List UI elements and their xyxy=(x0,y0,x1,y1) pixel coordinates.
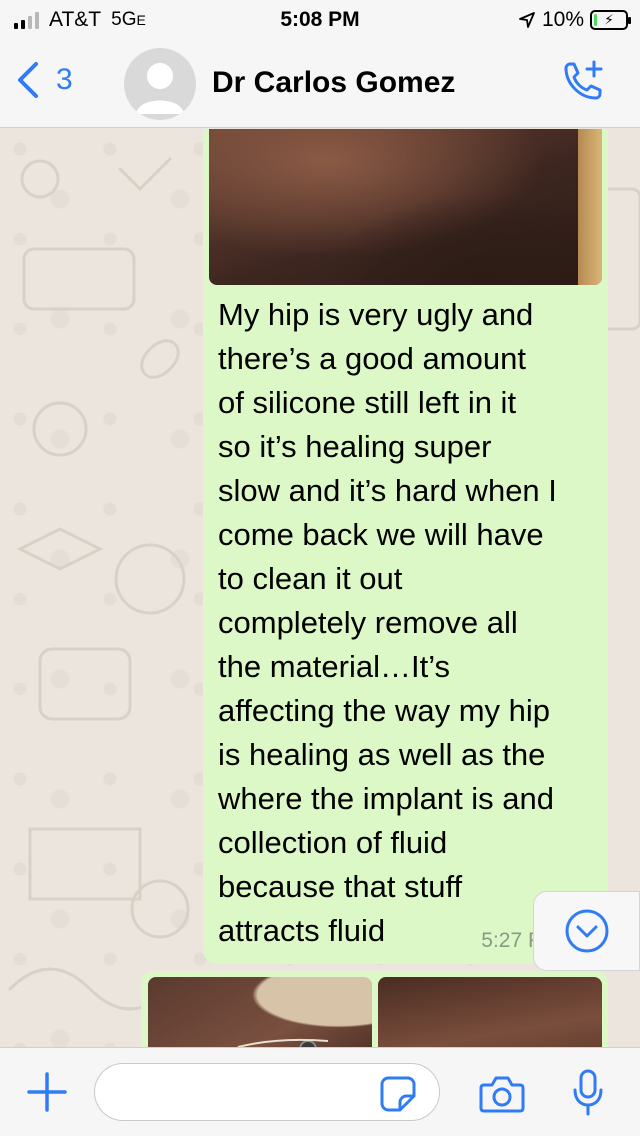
battery-percent: 10% xyxy=(541,8,584,31)
back-count-label: 3 xyxy=(56,63,73,96)
plus-icon xyxy=(27,1072,67,1112)
add-call-icon xyxy=(564,60,603,100)
back-button[interactable]: 3 xyxy=(14,60,73,100)
input-bar xyxy=(0,1047,640,1136)
attach-button[interactable] xyxy=(26,1071,68,1118)
avatar[interactable] xyxy=(124,48,196,120)
microphone-icon xyxy=(573,1069,603,1116)
microphone-button[interactable] xyxy=(570,1068,606,1123)
add-call-button[interactable] xyxy=(558,58,606,111)
attached-photo[interactable] xyxy=(209,129,602,285)
scroll-down-icon xyxy=(565,909,608,953)
scroll-to-bottom-button[interactable] xyxy=(533,891,640,971)
message-text: My hip is very ugly and there’s a good a… xyxy=(218,297,557,948)
photo-detail xyxy=(237,1038,329,1047)
photo-message-bubble[interactable] xyxy=(141,971,608,1047)
chevron-left-icon xyxy=(18,62,38,98)
attached-photo[interactable] xyxy=(378,977,602,1047)
sticker-icon xyxy=(380,1076,416,1112)
attached-photo[interactable] xyxy=(148,977,372,1047)
battery-fill xyxy=(594,14,598,26)
charging-bolt-icon: ⚡ xyxy=(604,11,614,28)
status-bar: AT&T 5GE 5:08 PM 10% ⚡ xyxy=(0,0,640,40)
photo-background-edge xyxy=(578,129,602,285)
camera-button[interactable] xyxy=(478,1073,526,1120)
status-right: 10% ⚡ xyxy=(518,8,631,32)
avatar-placeholder-icon xyxy=(136,63,184,114)
battery-icon: ⚡ xyxy=(590,10,631,30)
contact-name[interactable]: Dr Carlos Gomez xyxy=(212,66,455,100)
chat-header: 3 Dr Carlos Gomez xyxy=(0,40,640,128)
chat-area[interactable]: My hip is very ugly and there’s a good a… xyxy=(0,129,640,1047)
location-arrow-icon xyxy=(519,12,535,28)
sticker-button[interactable] xyxy=(378,1074,418,1119)
camera-icon xyxy=(479,1076,525,1113)
outgoing-message-bubble[interactable]: My hip is very ugly and there’s a good a… xyxy=(203,129,608,964)
